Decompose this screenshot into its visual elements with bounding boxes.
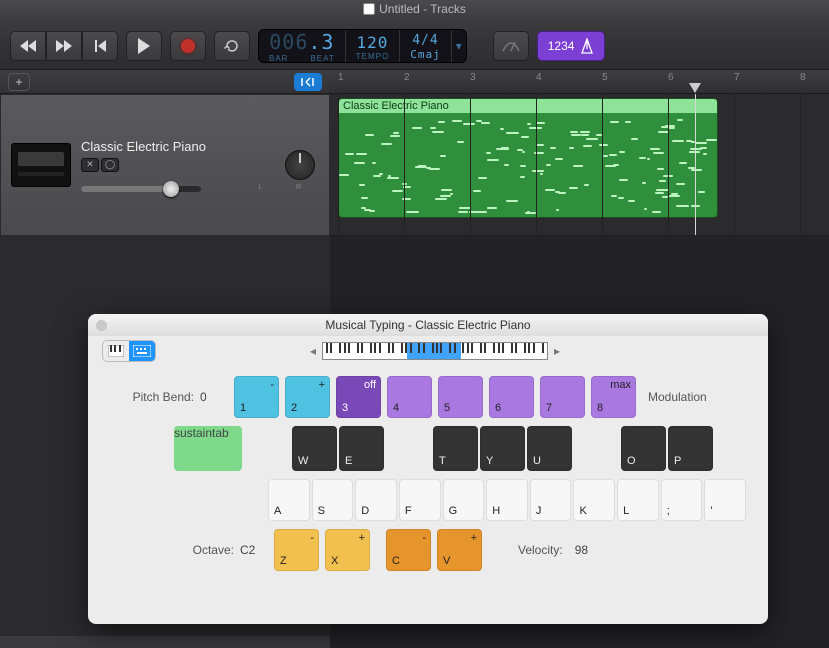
range-left-button[interactable]: ◂ bbox=[310, 344, 316, 358]
document-icon bbox=[363, 3, 375, 15]
pan-knob[interactable] bbox=[285, 150, 315, 180]
octave-value: C2 bbox=[240, 543, 268, 557]
modulation-off-key[interactable]: off3 bbox=[336, 376, 381, 418]
ruler-tick: 5 bbox=[602, 72, 608, 83]
midi-region[interactable]: Classic Electric Piano bbox=[338, 98, 718, 218]
lcd-key: Cmaj bbox=[410, 48, 441, 61]
lcd-beat: .3 bbox=[308, 30, 334, 54]
musical-typing-window[interactable]: Musical Typing - Classic Electric Piano … bbox=[88, 314, 768, 624]
playhead[interactable] bbox=[695, 94, 696, 235]
velocity-label: Velocity: bbox=[518, 543, 563, 557]
white-key-semi[interactable]: ; bbox=[661, 479, 703, 521]
black-key-e[interactable]: E bbox=[339, 426, 384, 471]
ruler-tick: 3 bbox=[470, 72, 476, 83]
black-key-w[interactable]: W bbox=[292, 426, 337, 471]
tuner-icon bbox=[501, 39, 521, 53]
modulation-key-6[interactable]: 6 bbox=[489, 376, 534, 418]
black-key-y[interactable]: Y bbox=[480, 426, 525, 471]
window-titlebar: Untitled - Tracks bbox=[0, 0, 829, 22]
keyboard-range[interactable] bbox=[322, 342, 548, 360]
cycle-button[interactable] bbox=[214, 31, 250, 61]
ruler-tick: 1 bbox=[338, 72, 344, 83]
lcd-display[interactable]: 006.3 BARBEAT 120 TEMPO 4/4 Cmaj ▾ bbox=[258, 29, 467, 63]
modulation-key-7[interactable]: 7 bbox=[540, 376, 585, 418]
white-key-k[interactable]: K bbox=[573, 479, 615, 521]
volume-slider[interactable] bbox=[81, 186, 201, 192]
add-track-button[interactable]: + bbox=[8, 73, 30, 91]
white-key-h[interactable]: H bbox=[486, 479, 528, 521]
white-key-a[interactable]: A bbox=[268, 479, 310, 521]
modulation-key-5[interactable]: 5 bbox=[438, 376, 483, 418]
black-key-t[interactable]: T bbox=[433, 426, 478, 471]
lcd-bar: 006 bbox=[269, 30, 308, 54]
instrument-icon bbox=[11, 143, 71, 187]
region-title: Classic Electric Piano bbox=[339, 99, 717, 113]
pitchbend-up-key[interactable]: +2 bbox=[285, 376, 330, 418]
timeline-ruler[interactable]: 1 2 3 4 5 6 7 8 bbox=[330, 70, 829, 94]
count-in-label: 1234 bbox=[548, 39, 575, 53]
mt-titlebar[interactable]: Musical Typing - Classic Electric Piano bbox=[88, 314, 768, 336]
sustain-key[interactable]: sustaintab bbox=[174, 426, 242, 471]
black-key-o[interactable]: O bbox=[621, 426, 666, 471]
white-key-d[interactable]: D bbox=[355, 479, 397, 521]
lcd-tempo: 120 bbox=[357, 33, 389, 52]
piano-view-icon[interactable] bbox=[103, 341, 129, 361]
modulation-label: Modulation bbox=[648, 390, 707, 404]
white-key-s[interactable]: S bbox=[312, 479, 354, 521]
filter-icon bbox=[300, 76, 316, 88]
white-key-f[interactable]: F bbox=[399, 479, 441, 521]
ruler-tick: 6 bbox=[668, 72, 674, 83]
track-name: Classic Electric Piano bbox=[81, 139, 319, 154]
monitor-button[interactable]: ◯ bbox=[101, 158, 119, 172]
ruler-tick: 8 bbox=[800, 72, 806, 83]
velocity-up-key[interactable]: +V bbox=[437, 529, 482, 571]
ruler-tick: 4 bbox=[536, 72, 542, 83]
mt-title: Musical Typing - Classic Electric Piano bbox=[88, 318, 768, 332]
modulation-key-4[interactable]: 4 bbox=[387, 376, 432, 418]
mute-button[interactable]: ✕ bbox=[81, 158, 99, 172]
octave-down-key[interactable]: -Z bbox=[274, 529, 319, 571]
pitchbend-value: 0 bbox=[200, 390, 228, 404]
pitchbend-label: Pitch Bend: bbox=[110, 390, 194, 404]
velocity-down-key[interactable]: -C bbox=[386, 529, 431, 571]
view-mode-segment[interactable] bbox=[102, 340, 156, 362]
record-button[interactable] bbox=[170, 31, 206, 61]
close-button[interactable] bbox=[96, 320, 107, 331]
rewind-button[interactable] bbox=[10, 31, 46, 61]
octave-label: Octave: bbox=[110, 543, 234, 557]
white-key-j[interactable]: J bbox=[530, 479, 572, 521]
play-button[interactable] bbox=[126, 31, 162, 61]
modulation-max-key[interactable]: max8 bbox=[591, 376, 636, 418]
white-key-l[interactable]: L bbox=[617, 479, 659, 521]
metronome-icon bbox=[580, 38, 594, 54]
range-right-button[interactable]: ▸ bbox=[554, 344, 560, 358]
record-icon bbox=[181, 39, 195, 53]
go-to-start-button[interactable] bbox=[82, 31, 118, 61]
black-key-u[interactable]: U bbox=[527, 426, 572, 471]
white-key-g[interactable]: G bbox=[443, 479, 485, 521]
black-key-p[interactable]: P bbox=[668, 426, 713, 471]
white-key-apos[interactable]: ' bbox=[704, 479, 746, 521]
doc-title: Untitled - Tracks bbox=[379, 2, 466, 16]
forward-button[interactable] bbox=[46, 31, 82, 61]
transport-toolbar: 006.3 BARBEAT 120 TEMPO 4/4 Cmaj ▾ 1234 bbox=[0, 22, 829, 70]
ruler-tick: 7 bbox=[734, 72, 740, 83]
track-header[interactable]: Classic Electric Piano ✕ ◯ L R bbox=[0, 94, 330, 236]
octave-up-key[interactable]: +X bbox=[325, 529, 370, 571]
lcd-timesig: 4/4 bbox=[412, 33, 438, 48]
cycle-icon bbox=[224, 39, 240, 53]
velocity-value: 98 bbox=[575, 543, 588, 557]
tuner-button[interactable] bbox=[493, 31, 529, 61]
pitchbend-down-key[interactable]: -1 bbox=[234, 376, 279, 418]
ruler-tick: 2 bbox=[404, 72, 410, 83]
typing-view-icon[interactable] bbox=[129, 341, 155, 361]
midi-notes bbox=[339, 113, 717, 215]
chevron-down-icon[interactable]: ▾ bbox=[456, 39, 462, 53]
count-in-button[interactable]: 1234 bbox=[537, 31, 606, 61]
track-filter-button[interactable] bbox=[294, 73, 322, 91]
